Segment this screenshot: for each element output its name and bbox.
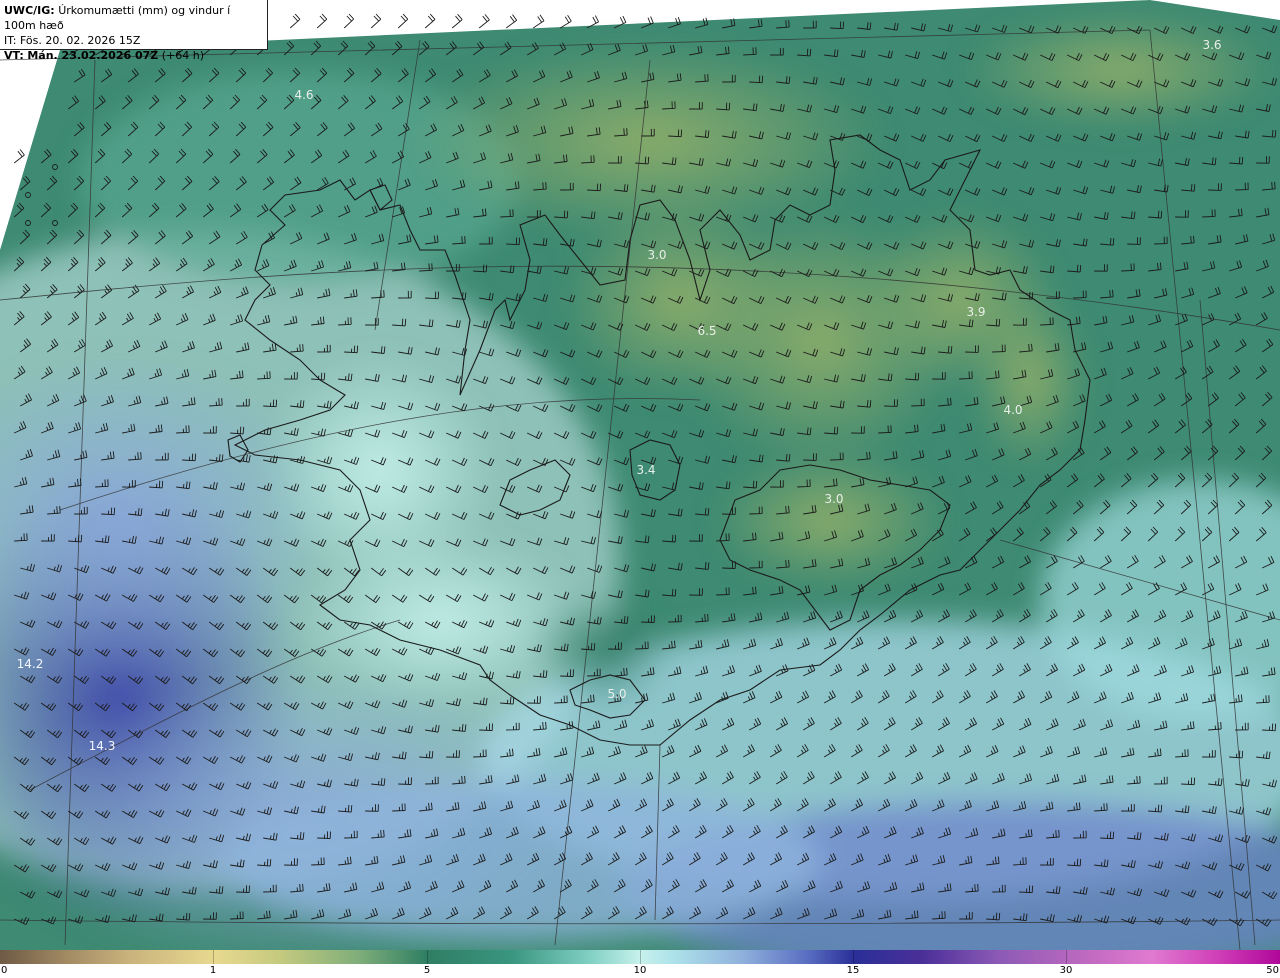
max-value-label: 14.3: [88, 739, 116, 753]
max-value-label: 3.0: [647, 248, 667, 262]
title-line: UWC/IG: Úrkomumætti (mm) og vindur í 100…: [4, 3, 263, 33]
colorbar-label: 15: [846, 965, 860, 976]
colorbar-label: 10: [633, 965, 647, 976]
colorbar-label: 5: [423, 965, 431, 976]
max-value-label: 3.9: [966, 305, 986, 319]
colorbar-tick: [427, 950, 428, 964]
valid-time: Mán. 23.02.2026 07Z: [27, 49, 159, 62]
max-value-label: 6.5: [697, 324, 717, 338]
max-value-label: 3.6: [1202, 38, 1222, 52]
max-value-label: 14.2: [16, 657, 44, 671]
colorbar-tick: [213, 950, 214, 964]
model-tag: UWC/IG:: [4, 4, 55, 17]
valid-time-prefix: VT:: [4, 49, 24, 62]
max-value-label: 4.6: [294, 88, 314, 102]
max-value-label: 5.0: [607, 687, 627, 701]
map-title-box: UWC/IG: Úrkomumætti (mm) og vindur í 100…: [0, 0, 268, 62]
colorbar-tick: [853, 950, 854, 964]
colorbar-label: 1: [209, 965, 217, 976]
colorbar-labels: 0 1 5 10 15 30 50: [0, 965, 1280, 978]
lead-time: (+64 h): [161, 49, 205, 62]
colorbar-tick: [640, 950, 641, 964]
valid-time-line: VT: Mán. 23.02.2026 07Z (+64 h): [4, 48, 263, 63]
max-value-label: 3.0: [824, 492, 844, 506]
max-value-label: 3.4: [636, 463, 656, 477]
colorbar-tick: [1066, 950, 1067, 964]
colorbar-label: 0: [1, 965, 8, 976]
max-value-label: 4.0: [1003, 403, 1023, 417]
colorbar-label: 30: [1059, 965, 1073, 976]
issue-time: IT: Fös. 20. 02. 2026 15Z: [4, 34, 141, 47]
colorbar-label: 50: [1266, 965, 1279, 976]
